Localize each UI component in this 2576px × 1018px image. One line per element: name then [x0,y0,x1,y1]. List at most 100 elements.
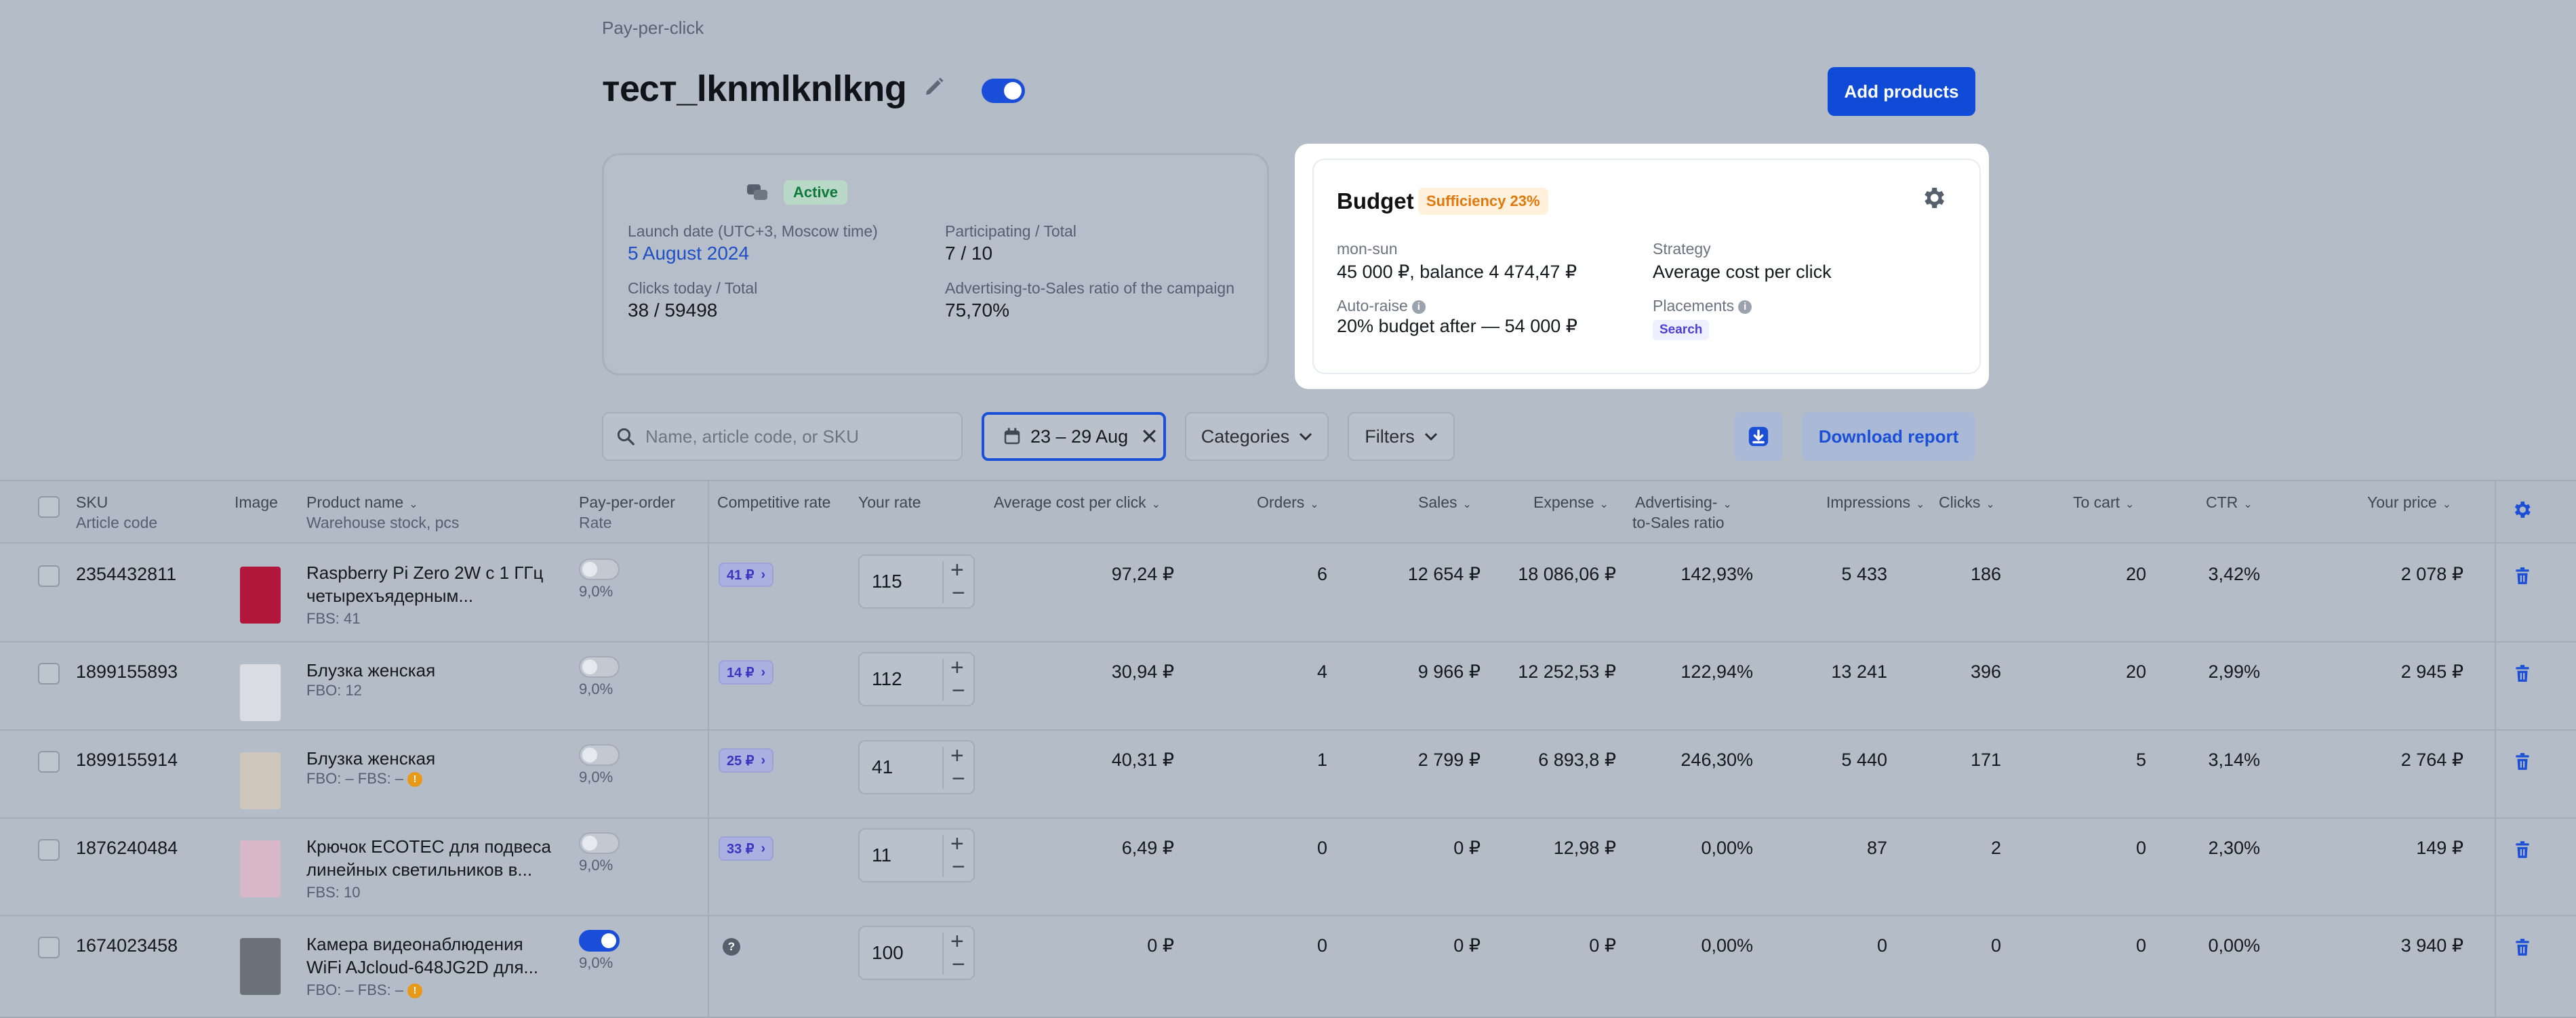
select-all-checkbox[interactable] [38,496,60,518]
product-image[interactable] [240,938,281,995]
pencil-icon[interactable] [922,75,946,99]
add-products-button[interactable]: Add products [1828,67,1975,116]
expense-value: 6 893,8 ₽ [1538,750,1616,770]
col-product-name[interactable]: Product name ⌄ [306,492,418,515]
product-name-line1[interactable]: Блузка женская [306,747,435,770]
campaign-toggle[interactable] [982,79,1025,103]
product-name-line2[interactable]: WiFi AJcloud-648JG2D для... [306,956,538,979]
chevron-right-icon: › [761,664,766,680]
ats-ratio-value: 246,30% [1681,750,1753,770]
pay-per-order-toggle[interactable] [579,930,620,952]
col-sku: SKU [76,493,108,511]
product-name-line1[interactable]: Raspberry Pi Zero 2W с 1 ГГц [306,561,543,584]
download-report-button[interactable]: Download report [1802,412,1975,461]
orders-value: 0 [1316,838,1327,858]
pay-per-order-toggle[interactable] [579,656,620,678]
rate-input-value[interactable]: 115 [872,571,902,592]
trash-icon[interactable] [2514,938,2531,957]
minus-icon[interactable]: − [952,952,965,978]
chevron-down-icon: ⌄ [1915,499,1925,510]
product-name-line1[interactable]: Блузка женская [306,659,435,682]
competitive-rate-badge[interactable]: 33 ₽ › [719,836,774,861]
rate-stepper[interactable]: 100 + − [858,926,975,980]
col-impressions[interactable]: Impressions ⌄ [1826,492,1925,515]
info-icon[interactable]: i [1738,300,1752,314]
minus-icon[interactable]: − [952,766,965,792]
rate-stepper[interactable]: 115 + − [858,554,975,609]
placements-label-wrap: Placements i [1653,297,1752,315]
col-ctr[interactable]: CTR ⌄ [2206,492,2253,515]
rate-value: 9,0% [579,857,613,874]
date-range-chip[interactable]: 23 – 29 Aug ✕ [982,412,1166,461]
row-checkbox[interactable] [38,937,60,958]
col-expense-label: Expense [1533,493,1594,511]
trash-icon[interactable] [2514,752,2531,771]
col-ats-label-1: Advertising- [1635,493,1718,511]
col-ats[interactable]: Advertising- ⌄ [1635,492,1732,515]
row-checkbox[interactable] [38,663,60,685]
product-name-line1[interactable]: Крючок ECOTEC для подвеса [306,835,551,858]
price-value: 149 ₽ [2416,838,2463,858]
product-name-line2[interactable]: четырехъядерным... [306,584,473,607]
col-your-price[interactable]: Your price ⌄ [2367,492,2451,515]
product-name-line2[interactable]: линейных светильников в... [306,858,532,881]
search-input[interactable] [645,426,944,447]
col-orders[interactable]: Orders ⌄ [1257,492,1319,515]
trash-icon[interactable] [2514,567,2531,586]
col-clicks[interactable]: Clicks ⌄ [1939,492,1995,515]
clicks-value: 396 [1970,661,2001,682]
col-avg-cpc[interactable]: Average cost per click ⌄ [994,492,1161,515]
trash-icon[interactable] [2514,840,2531,859]
search-box[interactable] [602,412,963,461]
minus-icon[interactable]: − [952,580,965,607]
col-to-cart[interactable]: To cart ⌄ [2073,492,2134,515]
competitive-rate-value: 33 ₽ [727,841,754,857]
clear-date-close-icon[interactable]: ✕ [1140,424,1159,449]
rate-input-value[interactable]: 11 [872,844,891,866]
period-label: mon-sun [1337,240,1398,258]
info-icon[interactable]: i [1411,300,1426,314]
minus-icon[interactable]: − [952,854,965,880]
rate-stepper[interactable]: 11 + − [858,828,975,882]
filters-dropdown[interactable]: Filters [1348,412,1455,461]
rate-stepper[interactable]: 41 + − [858,740,975,794]
competitive-rate-badge[interactable]: 14 ₽ › [719,660,774,685]
impressions-value: 0 [1876,935,1887,956]
rate-stepper[interactable]: 112 + − [858,652,975,706]
pay-per-order-toggle[interactable] [579,832,620,854]
row-checkbox[interactable] [38,751,60,773]
product-image[interactable] [240,664,281,721]
product-name-line1[interactable]: Камера видеонаблюдения [306,933,523,956]
breadcrumb[interactable]: Pay-per-click [602,18,704,39]
chevron-down-icon: ⌄ [2243,499,2253,510]
warning-icon[interactable]: ! [407,772,423,788]
launch-date-value[interactable]: 5 August 2024 [628,243,749,264]
product-image[interactable] [240,752,281,809]
row-checkbox[interactable] [38,839,60,861]
budget-settings-gear-icon[interactable] [1920,184,1947,211]
minus-icon[interactable]: − [952,678,965,704]
row-checkbox[interactable] [38,565,60,587]
trash-icon[interactable] [2514,664,2531,683]
col-expense[interactable]: Expense ⌄ [1533,492,1609,515]
download-icon-button[interactable] [1734,412,1783,461]
warning-icon[interactable]: ! [407,983,423,999]
pay-per-order-toggle[interactable] [579,744,620,766]
warehouse-stock-text: FBO: – FBS: – [306,770,404,787]
ctr-value: 3,14% [2208,750,2260,770]
product-image[interactable] [240,567,281,624]
table-settings-gear-icon[interactable] [2511,499,2533,524]
col-sales[interactable]: Sales ⌄ [1418,492,1472,515]
help-icon[interactable]: ? [723,938,740,956]
rate-value: 9,0% [579,954,613,971]
rate-input-value[interactable]: 100 [872,942,904,964]
autoraise-label: Auto-raise [1337,297,1408,314]
rate-input-value[interactable]: 41 [872,756,893,778]
product-image[interactable] [240,840,281,897]
pay-per-order-toggle[interactable] [579,558,620,580]
competitive-rate-badge[interactable]: 25 ₽ › [719,748,774,773]
rate-input-value[interactable]: 112 [872,668,902,690]
competitive-rate-badge[interactable]: 41 ₽ › [719,563,774,587]
clicks-value: 186 [1970,564,2001,584]
categories-dropdown[interactable]: Categories [1185,412,1329,461]
